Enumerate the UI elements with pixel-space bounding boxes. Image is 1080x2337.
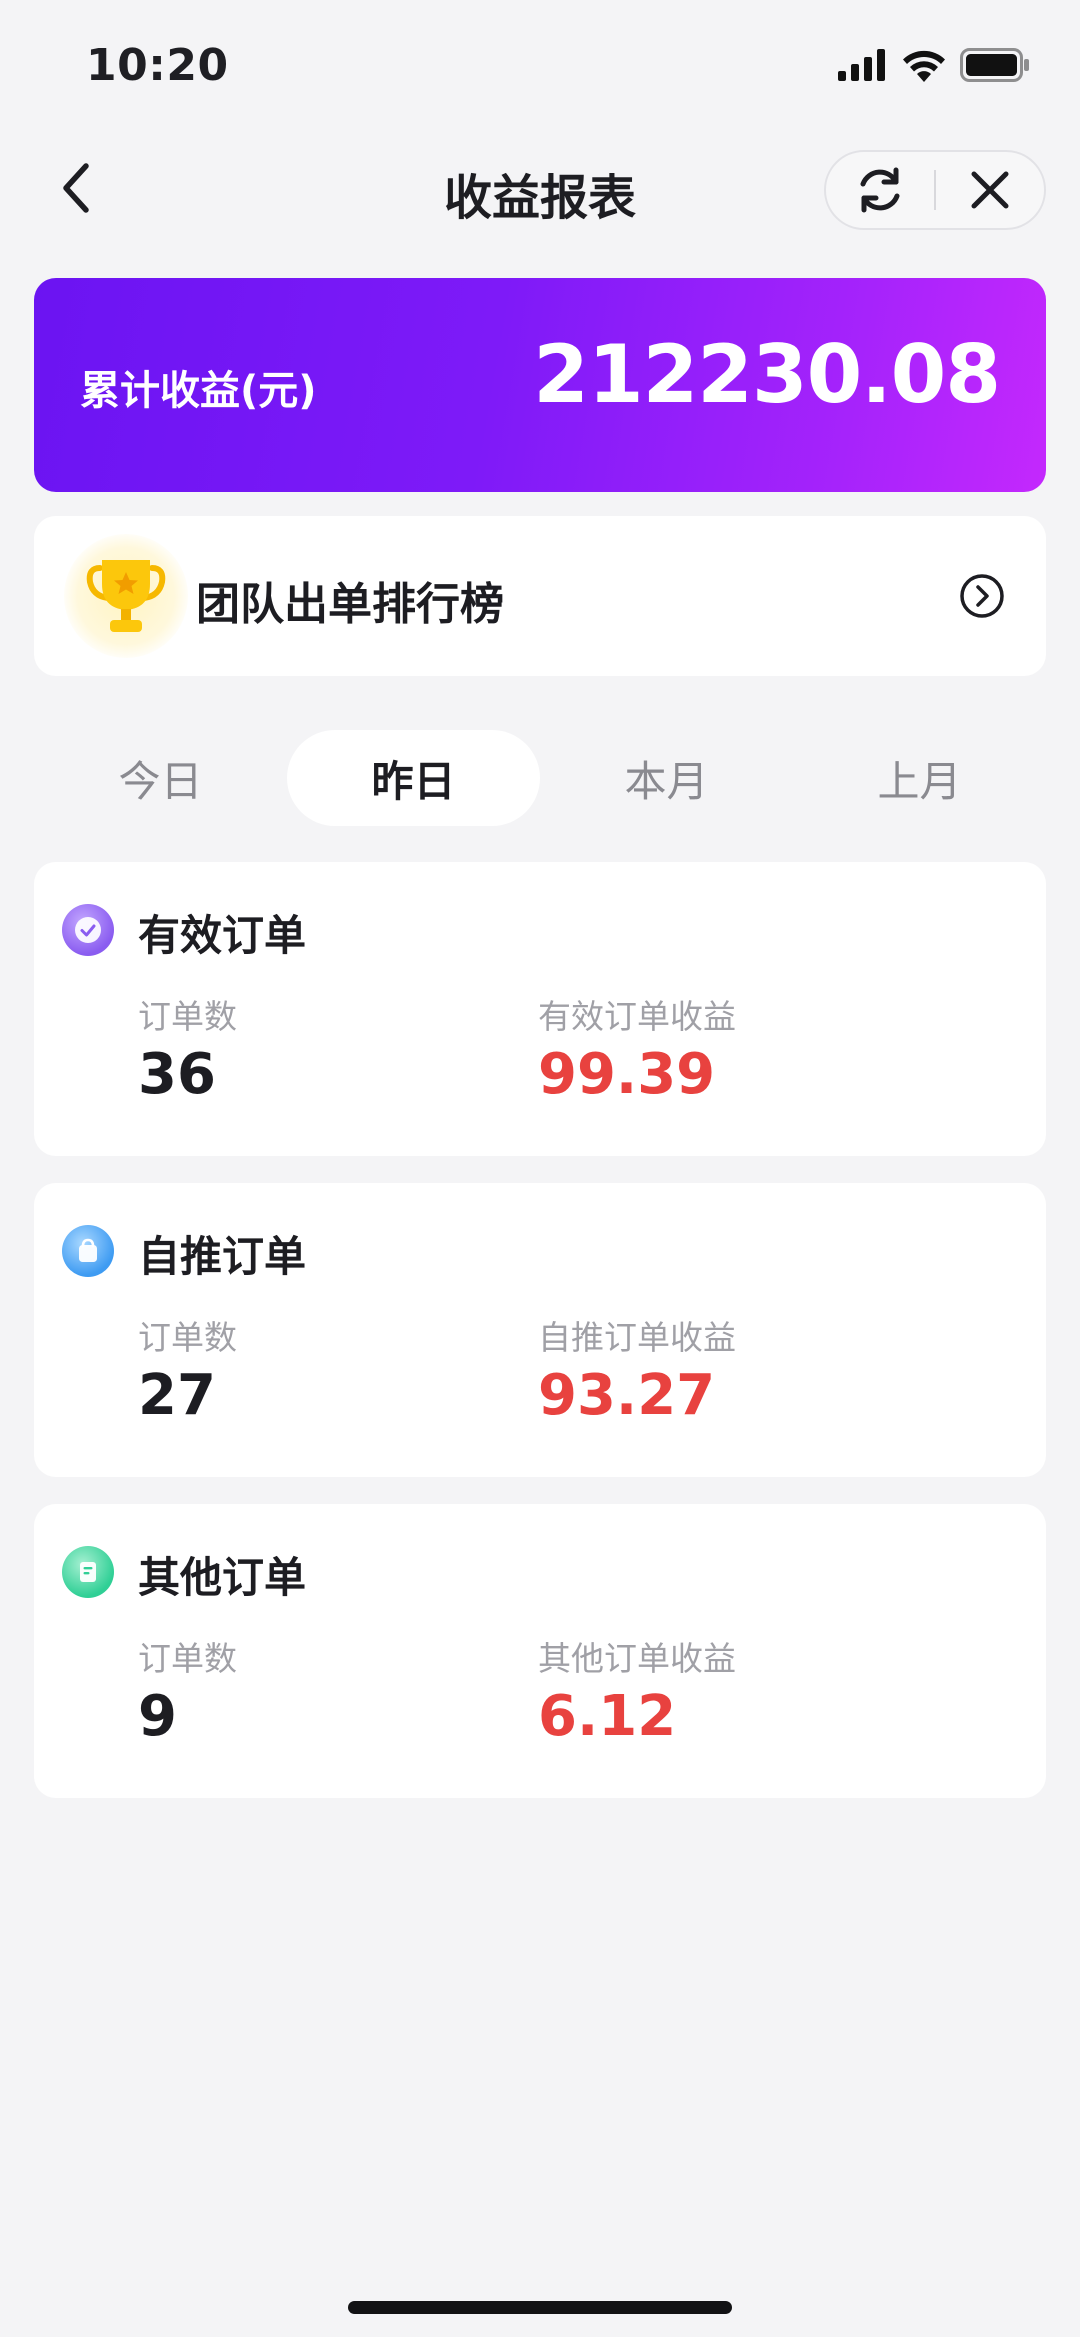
other-orders-title: 其他订单: [138, 1553, 307, 1602]
status-bar: 10:20: [0, 0, 1080, 130]
valid-orders-card: 有效订单 订单数 有效订单收益 36 99.39: [34, 862, 1046, 1156]
refresh-icon: [860, 167, 900, 213]
self-promoted-orders-card: 自推订单 订单数 自推订单收益 27 93.27: [34, 1183, 1046, 1477]
self-promoted-orders-count: 27: [138, 1363, 216, 1428]
cumulative-earnings-label: 累计收益(元): [80, 368, 317, 414]
valid-orders-count: 36: [138, 1042, 216, 1107]
close-icon: [971, 171, 1009, 209]
valid-orders-badge: [62, 904, 114, 956]
valid-orders-earn-label: 有效订单收益: [538, 997, 736, 1036]
refresh-button[interactable]: [826, 152, 934, 228]
valid-orders-earn: 99.39: [538, 1042, 716, 1107]
self-promoted-orders-badge: [62, 1225, 114, 1277]
tab-this-month[interactable]: 本月: [540, 730, 793, 826]
other-orders-earn-label: 其他订单收益: [538, 1639, 736, 1678]
self-promoted-orders-title: 自推订单: [138, 1232, 307, 1281]
shopping-bag-icon: [79, 1238, 97, 1262]
close-button[interactable]: [936, 152, 1044, 228]
status-icons: [838, 48, 1030, 82]
check-circle-icon: [75, 917, 101, 943]
tab-yesterday[interactable]: 昨日: [287, 730, 540, 826]
document-icon: [80, 1562, 96, 1582]
self-promoted-orders-earn: 93.27: [538, 1363, 716, 1428]
valid-orders-count-label: 订单数: [138, 997, 237, 1036]
tab-last-month[interactable]: 上月: [793, 730, 1046, 826]
self-promoted-orders-count-label: 订单数: [138, 1318, 237, 1357]
team-ranking-card[interactable]: 团队出单排行榜: [34, 516, 1046, 676]
other-orders-badge: [62, 1546, 114, 1598]
wifi-icon: [903, 50, 945, 82]
other-orders-card: 其他订单 订单数 其他订单收益 9 6.12: [34, 1504, 1046, 1798]
cumulative-earnings-card: 累计收益(元) 212230.08: [34, 278, 1046, 492]
status-time: 10:20: [86, 40, 229, 91]
self-promoted-orders-earn-label: 自推订单收益: [538, 1318, 736, 1357]
mini-program-capsule: [824, 150, 1046, 230]
chevron-right-circle-icon: [960, 574, 1004, 618]
other-orders-count: 9: [138, 1684, 177, 1749]
tab-today[interactable]: 今日: [34, 730, 287, 826]
other-orders-earn: 6.12: [538, 1684, 677, 1749]
cellular-signal-icon: [838, 49, 885, 81]
home-indicator[interactable]: [348, 2301, 732, 2314]
trophy-icon: [86, 560, 166, 632]
cumulative-earnings-value: 212230.08: [533, 328, 1001, 421]
period-tabs: 今日 昨日 本月 上月: [34, 730, 1046, 826]
other-orders-count-label: 订单数: [138, 1639, 237, 1678]
trophy-badge: [64, 534, 188, 658]
team-ranking-title: 团队出单排行榜: [196, 579, 504, 630]
valid-orders-title: 有效订单: [138, 911, 307, 960]
battery-icon: [960, 48, 1029, 82]
nav-bar: 收益报表: [0, 130, 1080, 250]
